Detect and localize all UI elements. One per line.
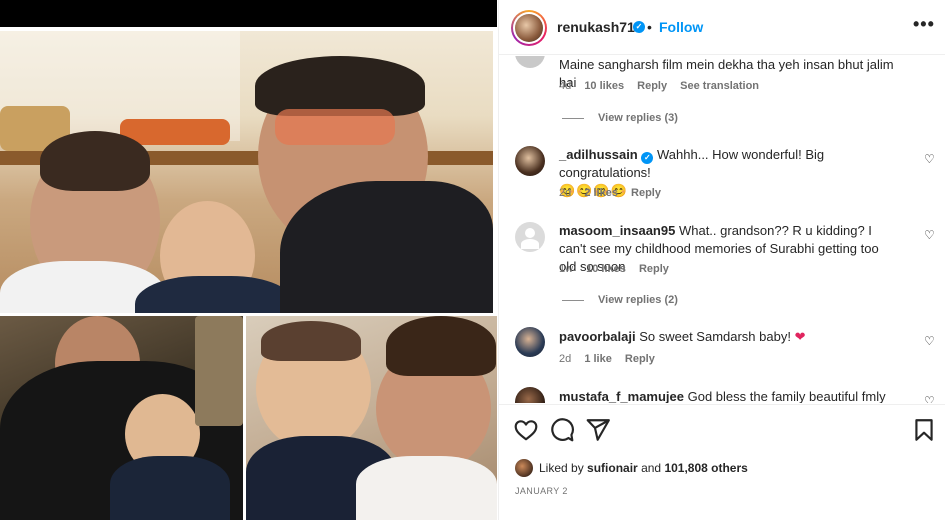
baby-clothes (135, 276, 295, 313)
red-heart-icon: ❤ (794, 329, 806, 344)
comment-bubble-icon[interactable] (549, 417, 575, 443)
likes-text: Liked by sufionair and 101,808 others (539, 461, 748, 475)
comment-meta: 2d 2 likes Reply (559, 187, 671, 199)
comment-avatar[interactable] (515, 146, 545, 176)
divider-line (562, 299, 584, 301)
view-replies-label: View replies (3) (598, 112, 678, 124)
reply-button[interactable]: Reply (631, 187, 661, 199)
baby-hair (261, 321, 361, 361)
like-comment-heart-icon[interactable]: ♡ (924, 394, 935, 403)
comment-username[interactable]: _adilhussain (559, 147, 638, 162)
comment-time: 4d (559, 80, 572, 92)
comment-avatar[interactable] (515, 222, 545, 252)
comment-time: 1w (559, 263, 574, 275)
save-bookmark-icon[interactable] (911, 417, 937, 443)
comment-meta: 2d 1 like Reply (559, 353, 665, 365)
comment-avatar[interactable] (515, 56, 545, 68)
liker-avatar[interactable] (515, 459, 533, 477)
comment-time: 2d (559, 187, 572, 199)
sunglasses (275, 109, 395, 145)
comment-body: mustafa_f_mamujee God bless the family b… (559, 388, 899, 403)
comment-likes[interactable]: 10 likes (584, 80, 624, 92)
comment-body: pavoorbalaji So sweet Samdarsh baby! ❤ (559, 328, 899, 346)
like-comment-heart-icon[interactable]: ♡ (924, 334, 935, 348)
verified-badge-icon: ✓ (633, 21, 645, 33)
comment-username[interactable]: masoom_insaan95 (559, 223, 675, 238)
post-actions: Liked by sufionair and 101,808 others JA… (499, 404, 945, 520)
photo-grandma-baby (246, 316, 497, 520)
view-replies-label: View replies (2) (598, 294, 678, 306)
media-top-bar (0, 0, 497, 27)
comment-time: 2d (559, 353, 572, 365)
reply-button[interactable]: Reply (639, 263, 669, 275)
like-heart-icon[interactable] (513, 417, 539, 443)
like-comment-heart-icon[interactable]: ♡ (924, 152, 935, 166)
reply-button[interactable]: Reply (625, 353, 655, 365)
more-options-icon[interactable]: ••• (913, 14, 935, 35)
reply-button[interactable]: Reply (637, 80, 667, 92)
divider-line (562, 117, 584, 119)
comment-meta: 1w 10 likes Reply (559, 263, 679, 275)
comment-username[interactable]: mustafa_f_mamujee (559, 389, 684, 403)
comment-meta: 4d 10 likes Reply See translation (559, 80, 769, 92)
comment-avatar[interactable] (515, 387, 545, 403)
comment-likes[interactable]: 1 like (584, 353, 612, 365)
post-header: renukash710 ✓ • Follow ••• (499, 0, 945, 55)
baby-clothes (110, 456, 230, 520)
post-username[interactable]: renukash710 (557, 19, 643, 35)
likes-count[interactable]: 101,808 others (664, 461, 747, 475)
profile-avatar[interactable] (511, 10, 547, 46)
view-replies-button[interactable]: View replies (2) (562, 294, 678, 306)
woman-hair (386, 316, 496, 376)
comment-text: So sweet Samdarsh baby! (639, 329, 791, 344)
comment-text: God bless the family beautiful fmly (687, 389, 886, 403)
man-hair (255, 56, 425, 116)
comment-likes[interactable]: 2 likes (584, 187, 618, 199)
man-shirt (280, 181, 493, 313)
likes-and: and (641, 461, 662, 475)
comment-likes[interactable]: 10 likes (586, 263, 626, 275)
woman-clothes (356, 456, 497, 520)
comment-avatar[interactable] (515, 327, 545, 357)
post-date[interactable]: JANUARY 2 (515, 486, 568, 496)
post-panel: renukash710 ✓ • Follow ••• Maine sanghar… (498, 0, 945, 520)
photo-family-selfie (0, 31, 493, 313)
comment-username[interactable]: pavoorbalaji (559, 329, 636, 344)
follow-button[interactable]: Follow (659, 19, 703, 35)
likes-prefix: Liked by (539, 461, 584, 475)
see-translation-button[interactable]: See translation (680, 80, 759, 92)
like-comment-heart-icon[interactable]: ♡ (924, 228, 935, 242)
liker-username[interactable]: sufionair (587, 461, 638, 475)
view-replies-button[interactable]: View replies (3) (562, 112, 678, 124)
post-media[interactable] (0, 0, 497, 520)
comments-list[interactable]: Maine sangharsh film mein dekha tha yeh … (499, 56, 945, 403)
share-send-icon[interactable] (585, 417, 611, 443)
separator-dot: • (647, 19, 652, 35)
woman-hair (40, 131, 150, 191)
verified-badge-icon: ✓ (641, 152, 654, 164)
photo-grandpa-baby (0, 316, 243, 520)
bookshelf (195, 316, 243, 426)
